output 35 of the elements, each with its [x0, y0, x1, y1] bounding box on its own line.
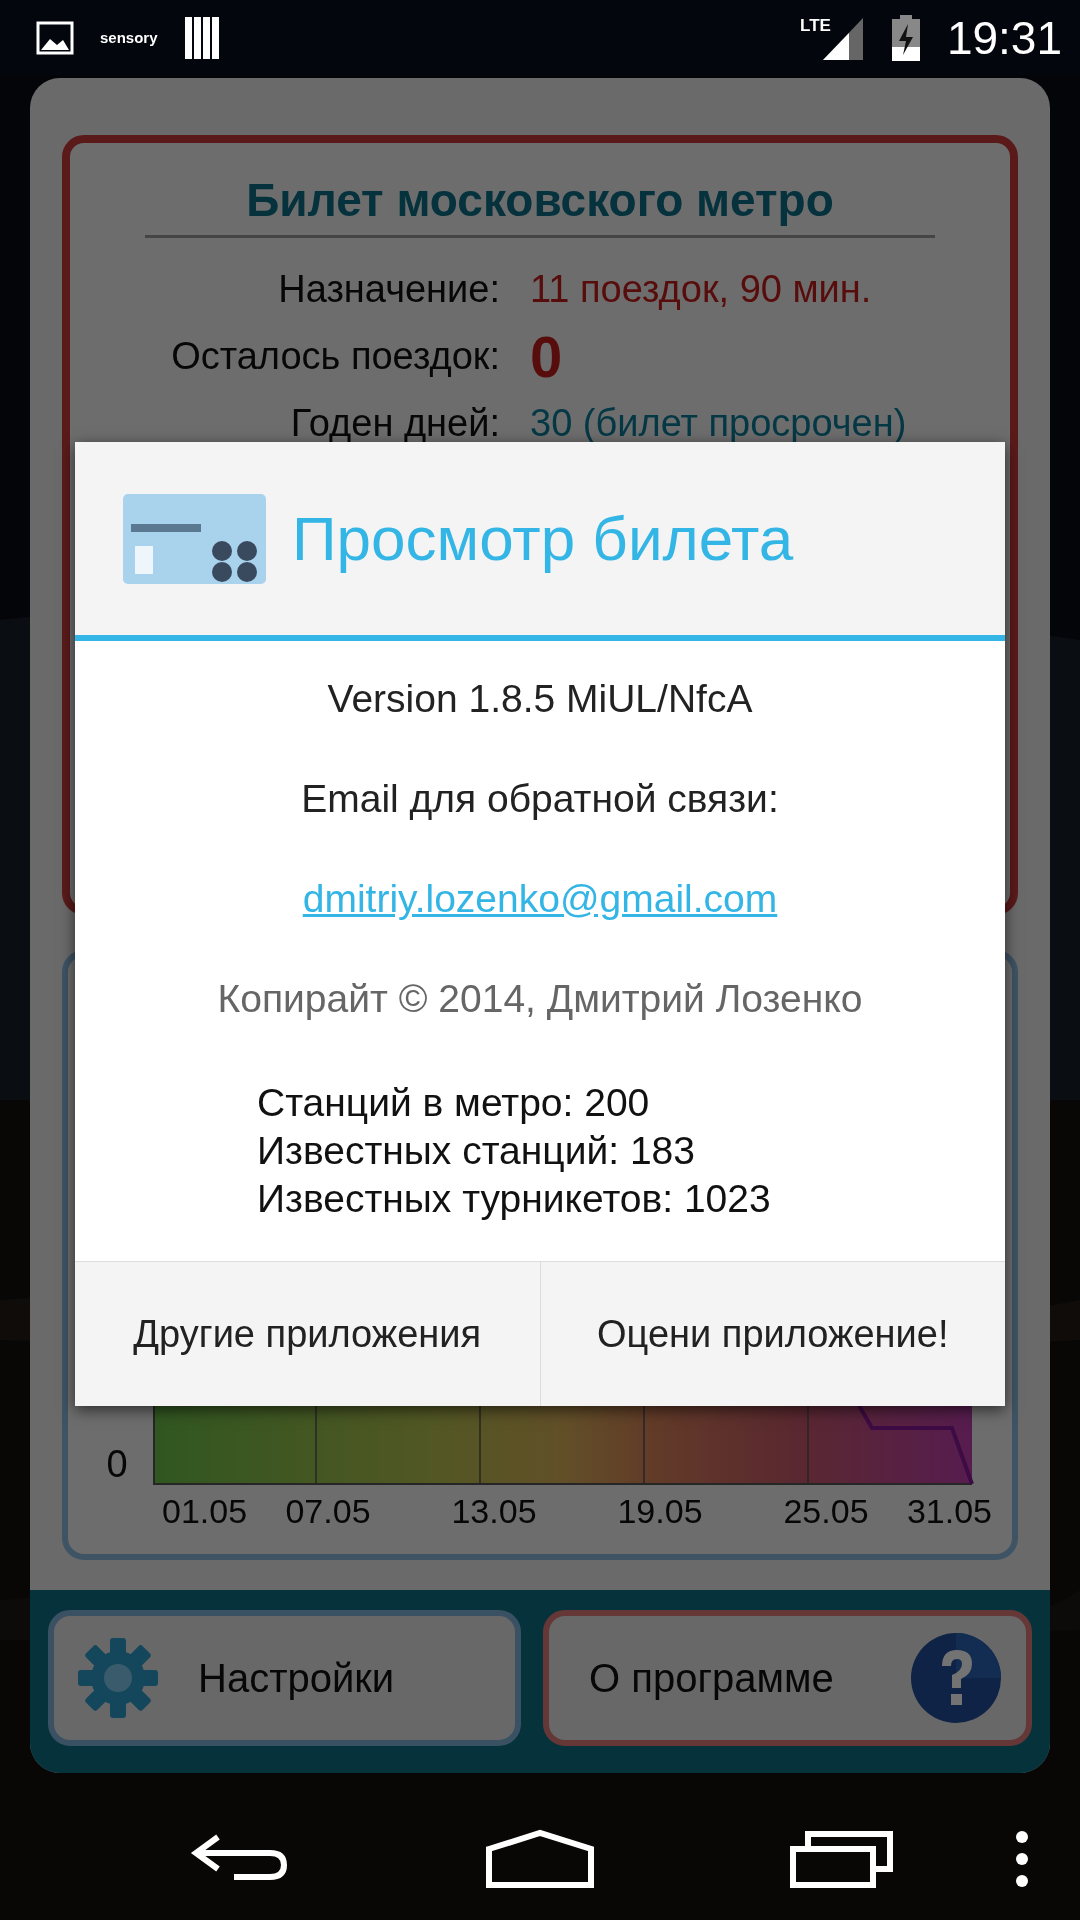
image-icon — [36, 20, 74, 55]
version-text: Version 1.8.5 MiUL/NfcA — [327, 677, 753, 721]
validity-value: 30 (билет просрочен) — [530, 402, 908, 445]
axis-label: 13.05 — [451, 1492, 537, 1531]
dialog-button[interactable]: Оцени приложение! — [539, 1262, 1005, 1406]
axis-label: 07.05 — [285, 1492, 371, 1531]
axis-label: 25.05 — [783, 1492, 869, 1531]
axis-label: 01.05 — [162, 1492, 248, 1531]
copyright-text: Копирайт © 2014, Дмитрий Лозенко — [217, 977, 863, 1021]
field-label: Годен дней: — [289, 402, 500, 445]
stats-line: Станций в метро: 200 — [257, 1081, 651, 1125]
email-link[interactable]: dmitriy.lozenko@gmail.com — [302, 877, 778, 921]
dialog-title: Просмотр билета — [292, 503, 794, 574]
field-label: Назначение: — [277, 268, 500, 311]
field-label: Осталось поездок: — [170, 335, 500, 378]
gear-icon — [78, 1638, 158, 1718]
ticket-title: Билет московского метро — [145, 173, 935, 238]
ticket-type-value: 11 поездок, 90 мин. — [530, 268, 873, 311]
settings-button[interactable]: Настройки — [48, 1610, 521, 1746]
axis-label: 31.05 — [906, 1492, 992, 1531]
battery-icon — [890, 14, 921, 61]
email-label: Email для обратной связи: — [301, 777, 779, 821]
axis-label: 0 — [105, 1443, 129, 1486]
stats-line: Известных станций: 183 — [257, 1129, 696, 1173]
remaining-trips-value: 0 — [530, 323, 564, 390]
network-label: LTE — [800, 15, 831, 36]
stats-line: Известных турникетов: 1023 — [257, 1177, 772, 1221]
about-button[interactable]: О программе — [543, 1610, 1032, 1746]
axis-label: 19.05 — [617, 1492, 703, 1531]
help-icon — [910, 1632, 1002, 1724]
notification-label: sensory — [100, 29, 158, 46]
ticket-icon — [123, 493, 266, 584]
dialog-button[interactable]: Другие приложения — [75, 1262, 540, 1406]
clock-time: 19:31 — [946, 10, 1062, 65]
bars-icon — [183, 14, 222, 61]
